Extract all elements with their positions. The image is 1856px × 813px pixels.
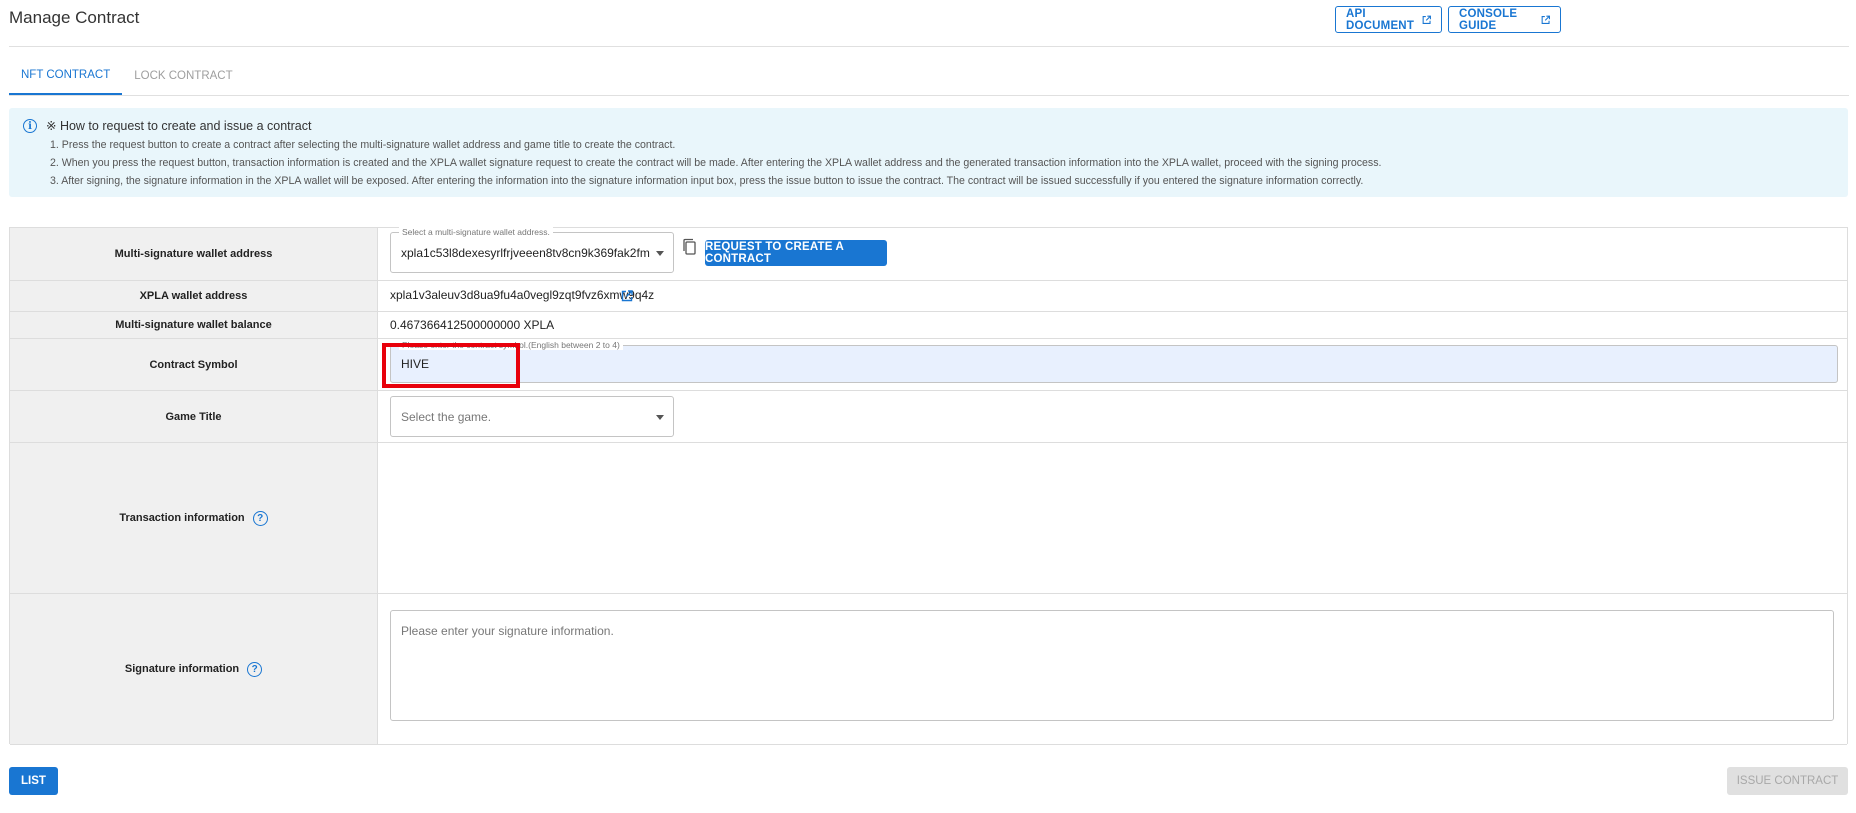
row-signature-info: Signature information ? Please enter you…	[10, 594, 1847, 745]
external-link-icon[interactable]	[621, 290, 633, 302]
xpla-wallet-value: xpla1v3aleuv3d8ua9fu4a0vegl9zqt9fvz6xmw9…	[390, 288, 655, 302]
issue-contract-button: ISSUE CONTRACT	[1727, 767, 1848, 795]
signature-info-label-cell: Signature information ?	[10, 594, 378, 744]
contract-symbol-input[interactable]: Please enter the contract symbol.(Englis…	[390, 340, 1838, 383]
transaction-info-label-cell: Transaction information ?	[10, 443, 378, 593]
row-multisig-address: Multi-signature wallet address Select a …	[10, 227, 1847, 281]
chevron-down-icon	[656, 250, 664, 256]
contract-symbol-label: Contract Symbol	[10, 339, 378, 390]
tabs-divider	[9, 95, 1849, 96]
info-line: 1. Press the request button to create a …	[50, 139, 676, 151]
console-guide-label: CONSOLE GUIDE	[1459, 7, 1518, 32]
row-transaction-info: Transaction information ?	[10, 443, 1847, 594]
game-title-placeholder: Select the game.	[401, 409, 492, 424]
row-xpla-wallet: XPLA wallet address xpla1v3aleuv3d8ua9fu…	[10, 281, 1847, 312]
wallet-balance-label: Multi-signature wallet balance	[10, 312, 378, 338]
contract-form: Multi-signature wallet address Select a …	[9, 227, 1848, 745]
xpla-wallet-label: XPLA wallet address	[10, 281, 378, 311]
info-title: ※ How to request to create and issue a c…	[46, 119, 312, 133]
external-link-icon	[1422, 15, 1431, 24]
header-divider	[9, 46, 1849, 47]
signature-info-textarea[interactable]: Please enter your signature information.	[390, 610, 1834, 721]
multisig-address-select[interactable]: Select a multi-signature wallet address.…	[390, 227, 674, 273]
game-title-label: Game Title	[10, 391, 378, 442]
signature-info-placeholder: Please enter your signature information.	[401, 624, 614, 638]
chevron-down-icon	[656, 414, 664, 420]
tab-lock-contract[interactable]: LOCK CONTRACT	[122, 56, 244, 95]
row-contract-symbol: Contract Symbol Please enter the contrac…	[10, 339, 1847, 391]
contract-tabs: NFT CONTRACT LOCK CONTRACT	[9, 56, 245, 95]
info-line: 2. When you press the request button, tr…	[50, 157, 1382, 169]
multisig-address-label: Multi-signature wallet address	[10, 228, 378, 280]
symbol-field-label: Please enter the contract symbol.(Englis…	[399, 340, 623, 350]
request-create-contract-button[interactable]: REQUEST TO CREATE A CONTRACT	[705, 240, 887, 266]
copy-icon[interactable]	[681, 238, 697, 256]
info-box: i ※ How to request to create and issue a…	[9, 108, 1848, 197]
api-document-button[interactable]: API DOCUMENT	[1335, 6, 1442, 33]
tab-nft-contract[interactable]: NFT CONTRACT	[9, 56, 123, 95]
api-document-label: API DOCUMENT	[1346, 7, 1415, 32]
transaction-info-label: Transaction information	[119, 512, 245, 524]
help-icon[interactable]: ?	[247, 661, 263, 677]
console-guide-button[interactable]: CONSOLE GUIDE	[1448, 6, 1561, 33]
page-title: Manage Contract	[9, 8, 140, 27]
transaction-info-value	[379, 443, 1847, 593]
game-title-select[interactable]: Select the game.	[390, 396, 674, 437]
help-icon[interactable]: ?	[252, 510, 268, 526]
signature-info-label: Signature information	[124, 663, 240, 675]
multisig-selected-value: xpla1c53l8dexesyrlfrjveeen8tv8cn9k369fak…	[401, 245, 650, 260]
row-wallet-balance: Multi-signature wallet balance 0.4673664…	[10, 312, 1847, 339]
row-game-title: Game Title Select the game.	[10, 391, 1847, 443]
contract-symbol-value: HIVE	[401, 357, 430, 371]
info-line: 3. After signing, the signature informat…	[50, 175, 1364, 187]
list-button[interactable]: LIST	[9, 767, 58, 795]
multisig-field-label: Select a multi-signature wallet address.	[399, 227, 553, 237]
external-link-icon	[1541, 15, 1550, 24]
info-icon: i	[23, 119, 37, 133]
wallet-balance-value: 0.467366412500000000 XPLA	[390, 318, 555, 332]
